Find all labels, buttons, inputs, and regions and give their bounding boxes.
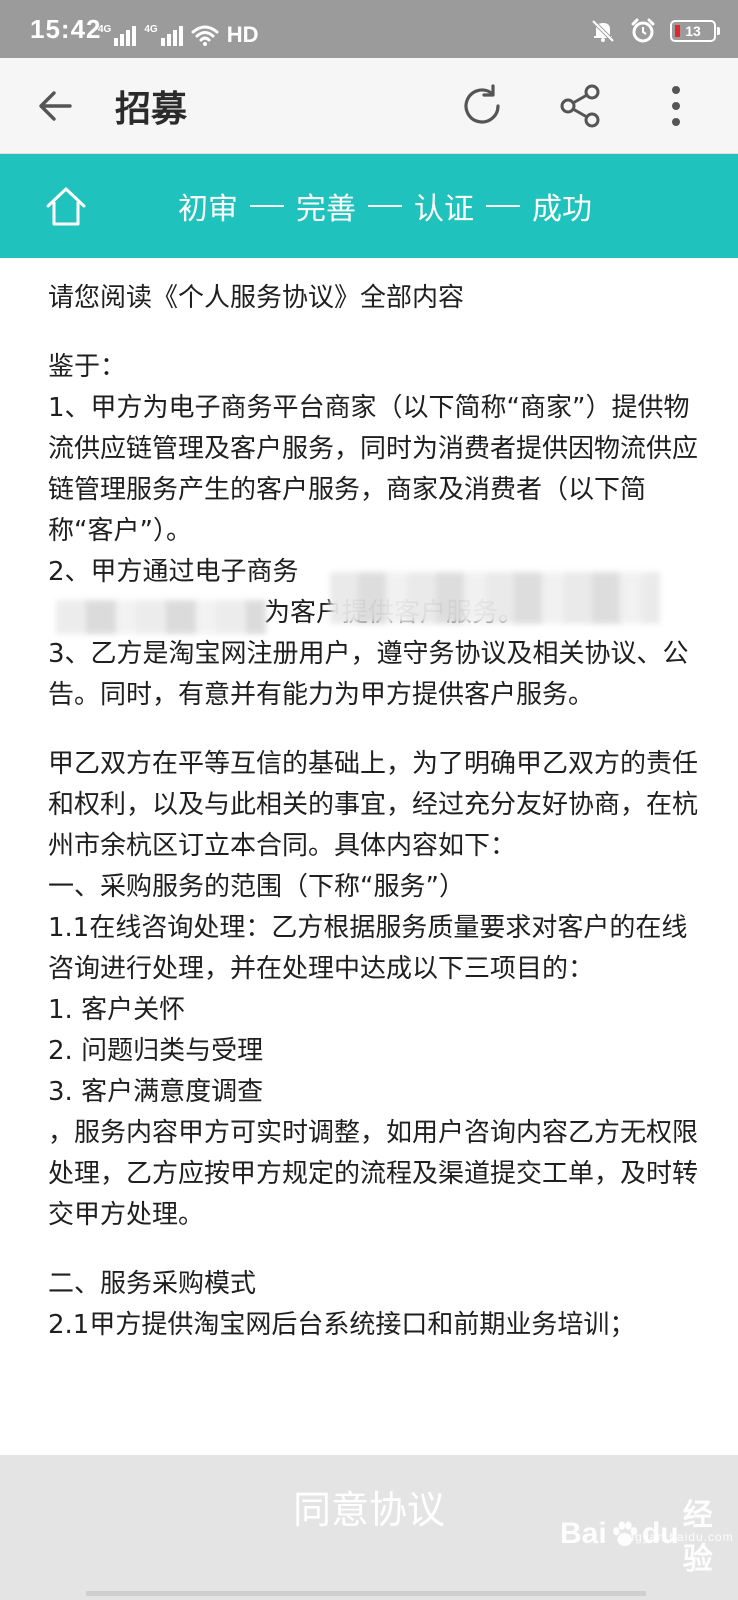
signal-icon: 4G	[144, 24, 183, 46]
battery-low-level	[675, 25, 680, 37]
bottom-divider	[86, 1591, 646, 1596]
list-item: 2. 问题归类与受理	[48, 1036, 264, 1066]
step-complete-info: 完善	[296, 192, 356, 227]
watermark-url: jingyan.baidu.com	[620, 1530, 734, 1544]
network-type-label: 4G	[98, 24, 112, 35]
baidu-jingyan-watermark: Bai du 经验 jingyan.baidu.com	[560, 1490, 738, 1578]
whereas-clause-1: 1、甲方为电子商务平台商家（以下简称“商家”）提供物流供应链管理及客户服务，同时…	[48, 393, 699, 546]
status-left-icons: 4G 4G HD	[98, 20, 258, 46]
signal-icon: 4G	[98, 24, 137, 46]
steps: 初审 完善 认证 成功	[178, 184, 592, 228]
mute-icon	[591, 19, 615, 43]
alarm-icon	[631, 18, 655, 43]
step-initial-review: 初审	[178, 192, 238, 227]
redacted-region	[56, 600, 266, 634]
list-item: 3. 客户满意度调查	[48, 1077, 264, 1107]
redacted-region	[330, 572, 660, 624]
progress-steps-bar: 初审 完善 认证 成功	[0, 154, 738, 258]
screen: 15:42 4G 4G HD 13 招募 初审 完善 认证 成功 请您阅读《个人…	[0, 0, 738, 1600]
section-2-1: 2.1甲方提供淘宝网后台系统接口和前期业务培训；	[48, 1310, 636, 1340]
status-right-icons: 13	[590, 18, 720, 44]
battery-level: 13	[685, 23, 701, 39]
share-icon[interactable]	[556, 82, 604, 130]
network-type-label: 4G	[144, 24, 158, 35]
whereas-heading: 鉴于：	[48, 352, 127, 382]
agreement-intro: 请您阅读《个人服务协议》全部内容	[48, 283, 465, 313]
step-success: 成功	[532, 192, 592, 227]
section-1-heading: 一、采购服务的范围（下称“服务”）	[48, 872, 465, 902]
back-arrow-icon[interactable]	[34, 84, 78, 128]
section-2-heading: 二、服务采购模式	[48, 1269, 257, 1299]
step-separator	[486, 205, 520, 207]
step-separator	[250, 205, 284, 207]
step-separator	[368, 205, 402, 207]
page-title: 招募	[115, 89, 188, 130]
whereas-clause-3: 3、乙方是淘宝网注册用户，遵守务协议及相关协议、公告。同时，有意并有能力为甲方提…	[48, 639, 689, 710]
section-1-1: 1.1在线咨询处理：乙方根据服务质量要求对客户的在线咨询进行处理，并在处理中达成…	[48, 913, 688, 984]
app-header: 招募	[0, 58, 738, 154]
agreement-preamble: 甲乙双方在平等互信的基础上，为了明确甲乙双方的责任和权利，以及与此相关的事宜，经…	[48, 749, 699, 861]
service-note: ，服务内容甲方可实时调整，如用户咨询内容乙方无权限处理，乙方应按甲方规定的流程及…	[48, 1118, 699, 1230]
home-icon[interactable]	[44, 184, 88, 228]
status-time: 15:42	[30, 14, 102, 44]
list-item: 1. 客户关怀	[48, 995, 186, 1025]
agreement-content: 请您阅读《个人服务协议》全部内容 鉴于： 1、甲方为电子商务平台商家（以下简称“…	[48, 278, 698, 1346]
watermark-brand: Bai	[560, 1517, 607, 1550]
battery-icon: 13	[670, 20, 720, 42]
hd-indicator: HD	[226, 22, 259, 47]
refresh-icon[interactable]	[458, 82, 506, 130]
step-verification: 认证	[414, 192, 474, 227]
wifi-icon	[191, 25, 219, 46]
more-vertical-icon[interactable]	[652, 82, 700, 130]
status-bar: 15:42 4G 4G HD 13	[0, 0, 738, 58]
